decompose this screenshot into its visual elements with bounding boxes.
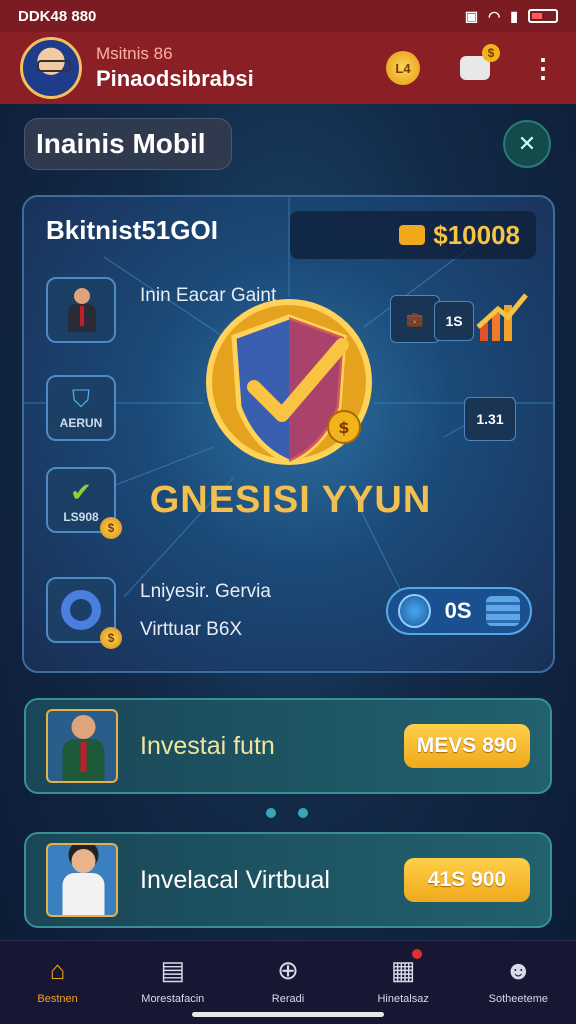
- pager-dot[interactable]: [298, 808, 308, 818]
- nav-label-add: Reradi: [271, 993, 305, 1005]
- emblem-label: GNESISI YYUN: [149, 479, 432, 521]
- search-coin-label: L4: [395, 60, 411, 76]
- inbox-icon: ▦: [386, 949, 423, 987]
- pager-dot[interactable]: [266, 808, 276, 818]
- toggle-knob[interactable]: [398, 594, 431, 628]
- agent-tile[interactable]: [46, 277, 116, 343]
- shield-icon: ⛉: [72, 386, 90, 413]
- more-icon[interactable]: ⋮: [530, 55, 556, 81]
- document-icon: ▤: [160, 954, 186, 985]
- investor-avatar: [46, 843, 118, 917]
- nav-profile[interactable]: ☻ Sotheeteme: [463, 953, 573, 1024]
- ring-tile[interactable]: $: [46, 577, 122, 649]
- card-title: Bkitnist51GOI: [46, 215, 218, 245]
- balance-box: $10008: [290, 211, 536, 259]
- signal-icon: ▮: [510, 7, 518, 24]
- agent-avatar: [46, 709, 118, 783]
- shield-check-emblem: $: [206, 299, 372, 465]
- notification-badge: [412, 949, 423, 959]
- notification-icon: ▣: [464, 7, 479, 24]
- nav-home[interactable]: ⌂ Bestnen: [3, 953, 113, 1024]
- nav-label-home: Bestnen: [37, 993, 78, 1005]
- badge-top: 1S: [434, 301, 474, 341]
- invest-label-2: Invelacal Virtbual: [140, 865, 330, 894]
- coin-icon: $: [100, 627, 122, 649]
- wallet-icon: [399, 225, 426, 245]
- toggle-value: 0S: [444, 598, 472, 623]
- balance-value: $10008: [433, 219, 520, 250]
- invest-label-1: Investai futn: [140, 731, 275, 760]
- plus-circle-icon: ⊕: [277, 954, 299, 985]
- invest-button-1[interactable]: MEVS 890: [404, 724, 530, 768]
- home-indicator[interactable]: [192, 1012, 384, 1017]
- battery-icon: [528, 9, 558, 23]
- coin-stack-icon: [485, 596, 520, 626]
- carousel-pager: [266, 808, 308, 818]
- nav-label-inbox: Hinetalsaz: [377, 993, 429, 1005]
- coin-toggle[interactable]: 0S: [386, 587, 532, 635]
- shield-tile-label: AERUN: [59, 416, 103, 430]
- user-info: Msitnis 86 Pinaodsibrabsi: [96, 44, 254, 92]
- nav-label-documents: Morestafacin: [141, 993, 205, 1005]
- close-icon[interactable]: ✕: [503, 120, 551, 168]
- svg-text:$: $: [338, 418, 349, 437]
- avatar[interactable]: [20, 37, 82, 99]
- ring-icon: [61, 590, 101, 630]
- status-bar: DDK48 880 ▣ ◠ ▮: [0, 0, 576, 32]
- invest-card-2[interactable]: Invelacal Virtbual 41S 900: [24, 832, 552, 928]
- growth-chart-icon: [476, 293, 528, 341]
- profile-icon: ☻: [504, 954, 533, 985]
- header-actions: L4 ⋮: [386, 44, 556, 85]
- user-name: Pinaodsibrabsi: [96, 66, 254, 91]
- search-coin-icon[interactable]: L4: [386, 51, 420, 85]
- feature-card: Bkitnist51GOI $10008 Inin Eacar Gaint ⛉ …: [22, 195, 555, 673]
- app-header: Msitnis 86 Pinaodsibrabsi L4 ⋮: [0, 32, 576, 104]
- user-subtitle: Msitnis 86: [96, 44, 173, 63]
- status-icons: ▣ ◠ ▮: [465, 8, 558, 25]
- home-icon: ⌂: [49, 954, 66, 985]
- chat-coin-icon[interactable]: [460, 44, 500, 80]
- page-title: Inainis Mobil: [24, 118, 232, 170]
- invest-card-1[interactable]: Investai futn MEVS 890: [24, 698, 552, 794]
- status-time: DDK48 880: [18, 7, 97, 25]
- invest-button-2[interactable]: 41S 900: [404, 858, 530, 902]
- nav-label-profile: Sotheeteme: [488, 993, 548, 1005]
- virtual-caption-1: Lniyesir. Gervia: [140, 581, 271, 602]
- agent-icon: [66, 288, 96, 332]
- briefcase-icon: 💼: [390, 295, 440, 343]
- shield-tile[interactable]: ⛉ AERUN: [46, 375, 116, 441]
- virtual-caption-2: Virttuar B6X: [140, 619, 243, 640]
- wifi-icon: ◠: [488, 7, 501, 24]
- badge-mid: 1.31: [464, 397, 516, 441]
